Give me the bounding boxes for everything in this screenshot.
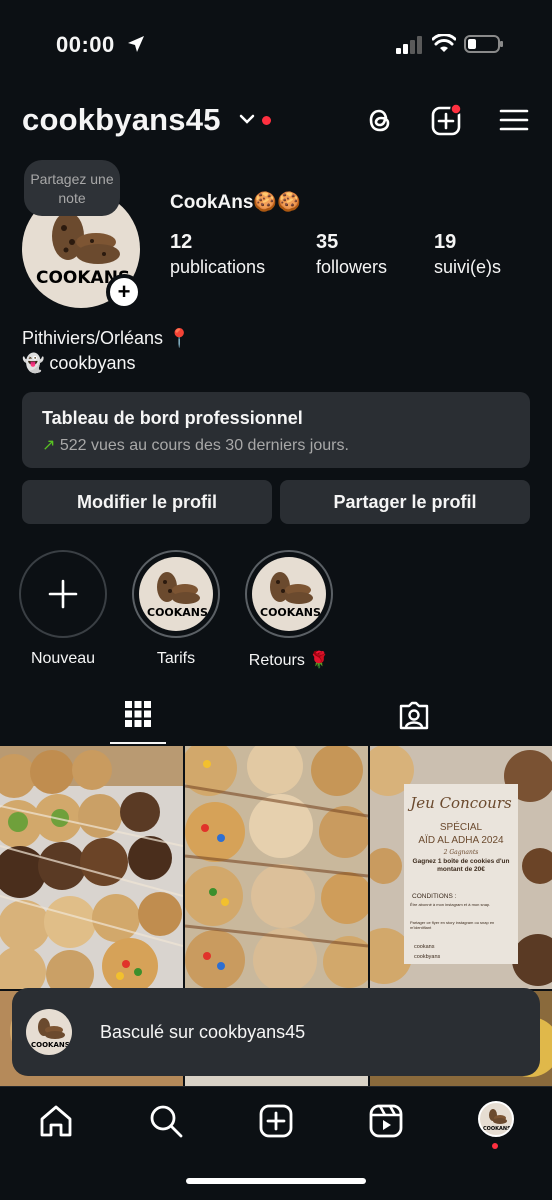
tagged-icon[interactable]: [398, 700, 430, 730]
plus-icon: [48, 579, 78, 609]
chevron-down-icon[interactable]: [238, 112, 256, 126]
account-switcher[interactable]: cookbyans45: [22, 102, 221, 138]
stat-publications[interactable]: 12 publications: [170, 230, 265, 280]
cookie-logo-icon: COOKANS: [483, 1109, 511, 1132]
post-thumbnail[interactable]: Jeu Concours SPÉCIAL AÏD AL ADHA 2024 2 …: [370, 746, 552, 989]
bio-location: Pithiviers/Orléans 📍: [22, 328, 191, 348]
svg-text:COOKANS: COOKANS: [260, 606, 321, 619]
location-arrow-icon: [128, 36, 144, 52]
highlight-tarifs[interactable]: COOKANS Tarifs: [132, 550, 220, 668]
notification-dot: [262, 116, 271, 125]
profile-tab-avatar[interactable]: COOKANS: [478, 1101, 514, 1137]
wifi-icon: [432, 34, 456, 52]
add-story-button[interactable]: +: [106, 274, 142, 310]
toast-message: Basculé sur cookbyans45: [100, 1021, 306, 1042]
active-tab-indicator: [110, 742, 166, 744]
svg-text:SPÉCIAL: SPÉCIAL: [440, 820, 483, 833]
edit-profile-button[interactable]: Modifier le profil: [22, 480, 272, 524]
share-profile-button[interactable]: Partager le profil: [280, 480, 530, 524]
bio: Pithiviers/Orléans 📍 👻 cookbyans: [22, 326, 190, 376]
post-thumbnail[interactable]: [0, 746, 183, 989]
cookies-photo: [0, 746, 183, 989]
cookie-logo-icon: COOKANS: [260, 572, 321, 619]
cookie-logo-icon: COOKANS: [31, 1018, 70, 1049]
dashboard-title: Tableau de bord professionnel: [42, 408, 303, 428]
home-icon[interactable]: [38, 1103, 74, 1139]
dashboard-subtitle: ↗ 522 vues au cours des 30 derniers jour…: [42, 437, 349, 454]
battery-icon: [464, 35, 503, 53]
svg-text:COOKANS: COOKANS: [483, 1126, 511, 1132]
status-bar: 00:00: [0, 0, 552, 90]
svg-text:COOKANS: COOKANS: [31, 1041, 70, 1049]
post-thumbnail[interactable]: [185, 746, 368, 989]
menu-icon[interactable]: [498, 104, 530, 136]
svg-text:AÏD AL ADHA 2024: AÏD AL ADHA 2024: [418, 834, 504, 846]
search-icon[interactable]: [148, 1103, 184, 1139]
highlight-new[interactable]: Nouveau: [19, 550, 107, 668]
create-post-icon[interactable]: [430, 104, 462, 136]
svg-text:CONDITIONS :: CONDITIONS :: [412, 893, 457, 900]
trend-up-icon: ↗: [42, 437, 56, 454]
cookies-photo: [185, 746, 368, 989]
svg-text:cookbyans: cookbyans: [414, 954, 441, 960]
profile-tabs: [0, 690, 552, 746]
notification-dot: [492, 1143, 498, 1149]
plus-icon: +: [117, 279, 131, 304]
svg-text:COOKANS: COOKANS: [147, 606, 208, 619]
svg-text:Jeu Concours: Jeu Concours: [407, 794, 512, 812]
create-icon[interactable]: [258, 1103, 294, 1139]
status-time: 00:00: [56, 32, 115, 57]
stat-followers[interactable]: 35 followers: [316, 230, 387, 280]
svg-text:2 Gagnants: 2 Gagnants: [443, 849, 479, 856]
svg-text:cookans: cookans: [414, 944, 435, 950]
reels-icon[interactable]: [368, 1103, 404, 1139]
cellular-signal-icon: [396, 36, 422, 54]
display-name: CookAns🍪🍪: [170, 192, 301, 213]
highlight-retours[interactable]: COOKANS Retours 🌹: [245, 550, 333, 670]
bio-snapchat[interactable]: 👻 cookbyans: [22, 351, 190, 376]
profile-header: cookbyans45: [22, 96, 530, 146]
grid-icon[interactable]: [124, 700, 152, 728]
threads-icon[interactable]: [364, 104, 396, 136]
home-indicator: [186, 1178, 366, 1184]
share-note-bubble[interactable]: Partagez une note: [24, 160, 120, 216]
stat-following[interactable]: 19 suivi(e)s: [434, 230, 501, 280]
account-switched-toast: COOKANS Basculé sur cookbyans45: [12, 988, 540, 1076]
cookie-logo-icon: COOKANS: [147, 572, 208, 619]
avatar: COOKANS: [26, 1009, 72, 1055]
professional-dashboard[interactable]: Tableau de bord professionnel ↗ 522 vues…: [22, 392, 530, 468]
contest-flyer: Jeu Concours SPÉCIAL AÏD AL ADHA 2024 2 …: [370, 746, 552, 989]
